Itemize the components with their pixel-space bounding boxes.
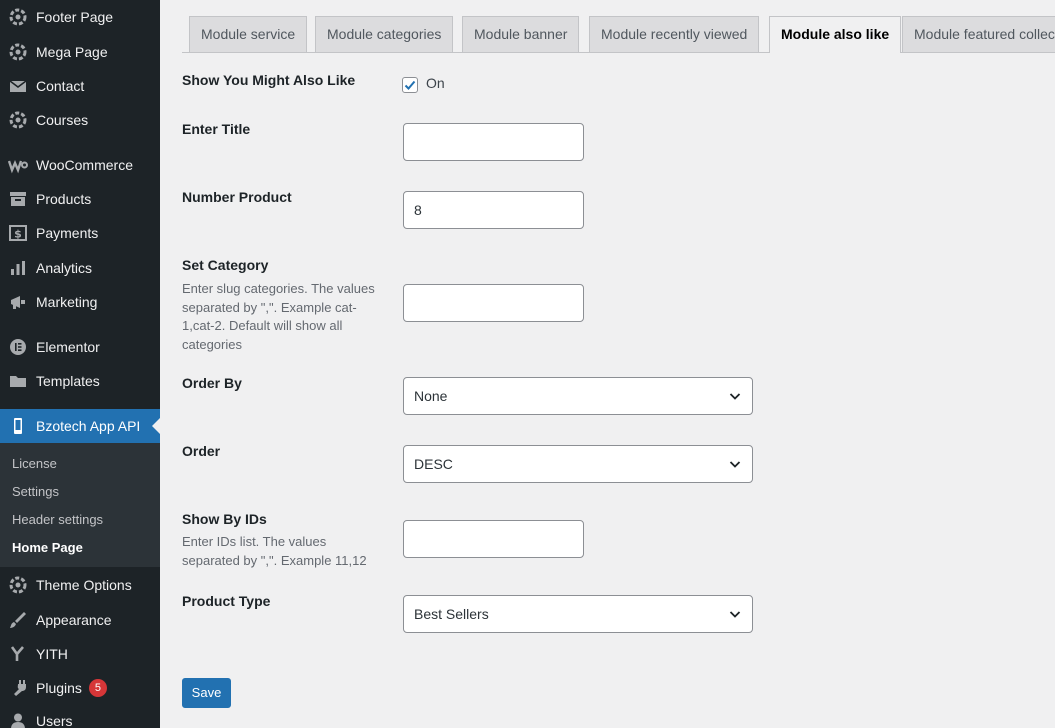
checkmark-icon [404, 80, 416, 90]
sidebar-item-label: Courses [36, 112, 89, 128]
tab-module-categories[interactable]: Module categories [315, 16, 454, 52]
chevron-down-icon [729, 461, 741, 468]
sidebar-item-footer-page[interactable]: Footer Page [0, 0, 160, 34]
sidebar-item-marketing[interactable]: Marketing [0, 285, 160, 319]
set-category-description: Enter slug categories. The values separa… [182, 281, 375, 352]
submenu-item-header-settings[interactable]: Header settings [12, 506, 103, 534]
sidebar-item-label: Marketing [36, 294, 98, 310]
sidebar-item-payments[interactable]: $ Payments [0, 216, 160, 250]
tab-module-featured-collection[interactable]: Module featured collection [902, 16, 1055, 52]
chevron-down-icon [729, 393, 741, 400]
sidebar-item-elementor[interactable]: Elementor [0, 330, 160, 364]
sidebar-item-label: Mega Page [36, 44, 108, 60]
plug-icon [0, 678, 36, 698]
sidebar-item-products[interactable]: Products [0, 182, 160, 216]
show-also-like-checkbox[interactable] [402, 77, 418, 93]
number-product-label: Number Product [182, 189, 292, 205]
sidebar-item-yith[interactable]: YITH [0, 637, 160, 671]
folder-icon [0, 371, 36, 391]
show-by-ids-label: Show By IDs [182, 511, 267, 527]
product-type-label: Product Type [182, 593, 271, 609]
show-also-like-label: Show You Might Also Like [182, 72, 356, 88]
sidebar-item-bzotech-app-api[interactable]: Bzotech App API [0, 409, 160, 443]
tab-bar-divider [182, 52, 1055, 53]
order-by-selected-value: None [414, 388, 448, 404]
paintbrush-icon [0, 610, 36, 630]
show-also-like-on-label[interactable]: On [426, 75, 445, 91]
tab-module-recently-viewed[interactable]: Module recently viewed [589, 16, 760, 52]
number-product-input[interactable] [403, 191, 584, 229]
sidebar-item-label: Contact [36, 78, 85, 94]
tab-module-banner[interactable]: Module banner [462, 16, 580, 52]
save-button[interactable]: Save [182, 678, 231, 708]
svg-text:$: $ [14, 228, 22, 241]
sidebar-item-label: WooCommerce [36, 157, 133, 173]
sidebar-item-label: Payments [36, 225, 99, 241]
woocommerce-icon [0, 155, 36, 175]
tab-module-service[interactable]: Module service [189, 16, 308, 52]
submenu-item-settings[interactable]: Settings [12, 478, 59, 506]
bar-chart-icon [0, 258, 36, 278]
sidebar-item-woocommerce[interactable]: WooCommerce [0, 148, 160, 182]
sidebar-item-label: Footer Page [36, 9, 114, 25]
product-type-select[interactable]: Best Sellers [403, 595, 753, 633]
sidebar-item-label: Analytics [36, 260, 93, 276]
gear-icon [0, 7, 36, 27]
submenu-item-home-page[interactable]: Home Page [12, 534, 83, 562]
sidebar-item-templates[interactable]: Templates [0, 364, 160, 398]
title-input[interactable] [403, 123, 584, 161]
sidebar-item-theme-options[interactable]: Theme Options [0, 568, 160, 602]
order-by-select[interactable]: None [403, 377, 753, 415]
sidebar-item-appearance[interactable]: Appearance [0, 603, 160, 637]
envelope-icon [0, 76, 36, 96]
user-icon [0, 711, 36, 728]
sidebar-item-label: Appearance [36, 612, 112, 628]
mobile-phone-icon [0, 416, 36, 436]
gear-icon [0, 110, 36, 130]
sidebar-item-label: Bzotech App API [36, 418, 141, 434]
product-type-selected-value: Best Sellers [414, 606, 489, 622]
tab-module-also-like[interactable]: Module also like [769, 16, 902, 53]
update-count-badge: 5 [88, 679, 107, 697]
sidebar-item-label: Products [36, 191, 92, 207]
show-by-ids-description: Enter IDs list. The values separated by … [182, 534, 367, 568]
sidebar-item-label: Plugins [36, 680, 82, 696]
order-select[interactable]: DESC [403, 445, 753, 483]
archive-icon [0, 189, 36, 209]
enter-title-label: Enter Title [182, 121, 251, 137]
sidebar-item-label: Theme Options [36, 577, 132, 593]
sidebar-item-label: YITH [36, 646, 68, 662]
sidebar-item-label: Elementor [36, 339, 100, 355]
order-label: Order [182, 443, 221, 459]
sidebar-item-plugins[interactable]: Plugins 5 [0, 671, 160, 705]
elementor-icon [0, 337, 36, 357]
order-by-label: Order By [182, 375, 242, 391]
order-selected-value: DESC [414, 456, 453, 472]
dollar-icon: $ [0, 223, 36, 243]
sidebar-item-analytics[interactable]: Analytics [0, 251, 160, 285]
sidebar-item-contact[interactable]: Contact [0, 69, 160, 103]
sidebar-item-label: Users [36, 713, 73, 728]
gear-icon [0, 575, 36, 595]
sidebar-item-courses[interactable]: Courses [0, 103, 160, 137]
sidebar-item-mega-page[interactable]: Mega Page [0, 35, 160, 69]
chevron-down-icon [729, 611, 741, 618]
category-input[interactable] [403, 284, 584, 322]
submenu-item-license[interactable]: License [12, 450, 57, 478]
yith-logo-icon [0, 644, 36, 664]
current-menu-arrow [152, 418, 160, 434]
sidebar-item-label: Templates [36, 373, 100, 389]
gear-icon [0, 42, 36, 62]
admin-sidebar: Footer Page Mega Page Contact Courses Wo… [0, 0, 160, 728]
ids-input[interactable] [403, 520, 584, 558]
sidebar-item-users[interactable]: Users [0, 704, 160, 728]
set-category-label: Set Category [182, 257, 269, 273]
megaphone-icon [0, 292, 36, 312]
bzotech-submenu: License Settings Header settings Home Pa… [0, 443, 160, 567]
